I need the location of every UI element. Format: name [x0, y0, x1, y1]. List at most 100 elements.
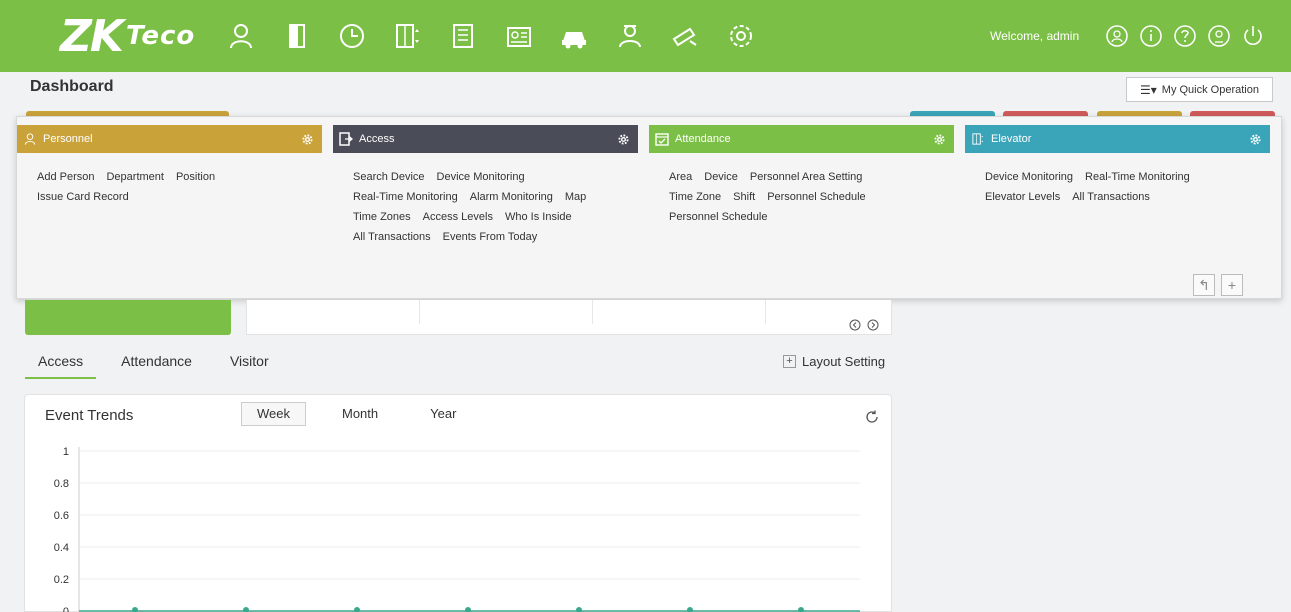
data-point[interactable] [576, 607, 582, 612]
module-nav [222, 17, 777, 55]
help-icon[interactable] [1172, 23, 1198, 49]
quick-link[interactable]: Who Is Inside [505, 211, 572, 223]
data-point[interactable] [243, 607, 249, 612]
quick-link[interactable]: Time Zone [669, 191, 721, 203]
y-tick-label: 0.4 [54, 542, 69, 554]
quick-link[interactable]: Personnel Schedule [767, 191, 865, 203]
y-tick-label: 0.2 [54, 574, 69, 586]
quick-link[interactable]: Shift [733, 191, 755, 203]
range-year[interactable]: Year [414, 402, 472, 426]
quick-panel-elevator: Elevator Device Monitoring Real-Time Monit… [965, 125, 1270, 207]
door-enter-icon [339, 132, 353, 146]
data-point[interactable] [354, 607, 360, 612]
personnel-icon[interactable] [222, 17, 260, 55]
user-account-icon[interactable] [1104, 23, 1130, 49]
logout-icon[interactable] [1240, 23, 1266, 49]
quick-link[interactable]: Department [106, 171, 163, 183]
layout-setting-button[interactable]: + Layout Setting [783, 354, 885, 369]
undo-button[interactable]: ↰ [1193, 274, 1215, 296]
panel-header: Access [333, 125, 638, 153]
layout-setting-label: Layout Setting [802, 354, 886, 369]
dashboard-tabs: Access Attendance Visitor [24, 353, 307, 379]
zkteco-logo[interactable]: ZK Teco [60, 10, 195, 62]
quick-link[interactable]: Real-Time Monitoring [1085, 171, 1190, 183]
quick-link[interactable]: Elevator Levels [985, 191, 1060, 203]
y-tick-label: 0 [63, 606, 69, 612]
stats-pager [848, 318, 884, 332]
gear-icon[interactable] [300, 132, 314, 146]
y-tick-label: 0.8 [54, 478, 69, 490]
y-tick-label: 0.6 [54, 510, 69, 522]
my-quick-operation-button[interactable]: ☰▾ My Quick Operation [1126, 77, 1273, 102]
data-point[interactable] [687, 607, 693, 612]
quick-link[interactable]: Alarm Monitoring [470, 191, 553, 203]
elevator-icon[interactable] [389, 17, 427, 55]
top-navigation-bar: ZK Teco Welcome, admin [0, 0, 1291, 72]
panel-header: Personnel [17, 125, 322, 153]
quick-link[interactable]: Position [176, 171, 215, 183]
page-title: Dashboard [30, 78, 114, 95]
about-info-icon[interactable] [1138, 23, 1164, 49]
next-icon[interactable] [866, 318, 880, 332]
range-selector: Week Month Year [241, 402, 492, 426]
menu-list-icon: ☰▾ [1140, 82, 1157, 97]
quick-link[interactable]: Events From Today [443, 231, 538, 243]
panel-header: Elevator [965, 125, 1270, 153]
chart-title: Event Trends [45, 407, 134, 424]
quick-link[interactable]: Device [704, 171, 738, 183]
quick-link[interactable]: Real-Time Monitoring [353, 191, 458, 203]
summary-card [25, 300, 231, 335]
range-week[interactable]: Week [241, 402, 306, 426]
quick-panel-personnel: Personnel Add Person Department Position Iss… [17, 125, 322, 207]
quick-link[interactable]: Time Zones [353, 211, 411, 223]
gear-icon[interactable] [1248, 132, 1262, 146]
quick-link[interactable]: All Transactions [1072, 191, 1150, 203]
gear-icon[interactable] [932, 132, 946, 146]
data-point[interactable] [465, 607, 471, 612]
quick-link[interactable]: Device Monitoring [437, 171, 525, 183]
account-controls [1104, 23, 1274, 49]
refresh-icon[interactable] [864, 409, 880, 425]
quick-link[interactable]: Issue Card Record [37, 191, 129, 203]
event-trends-chart: 1 0.8 0.6 0.4 0.2 0 [54, 446, 860, 612]
panel-title: Personnel [43, 133, 93, 145]
quick-link[interactable]: Personnel Area Setting [750, 171, 863, 183]
range-month[interactable]: Month [326, 402, 394, 426]
access-icon[interactable] [278, 17, 316, 55]
quick-link[interactable]: Device Monitoring [985, 171, 1073, 183]
video-camera-icon[interactable] [666, 17, 704, 55]
quick-operation-popup: ↰ + Personnel Add Person Department Positio… [16, 116, 1282, 299]
quick-link[interactable]: Access Levels [423, 211, 493, 223]
quick-link[interactable]: All Transactions [353, 231, 431, 243]
quick-link[interactable]: Add Person [37, 171, 94, 183]
panel-title: Elevator [991, 133, 1032, 145]
attendance-icon[interactable] [333, 17, 371, 55]
parking-car-icon[interactable] [555, 17, 593, 55]
panel-header: Attendance [649, 125, 954, 153]
y-tick-label: 1 [63, 446, 69, 458]
quick-link[interactable]: Area [669, 171, 692, 183]
system-settings-icon[interactable] [722, 17, 760, 55]
quick-link[interactable]: Search Device [353, 171, 425, 183]
tab-attendance[interactable]: Attendance [121, 353, 192, 378]
quick-link[interactable]: Map [565, 191, 586, 203]
quick-link[interactable]: Personnel Schedule [669, 211, 767, 223]
add-shortcut-button[interactable]: + [1221, 274, 1243, 296]
data-point[interactable] [798, 607, 804, 612]
panel-title: Attendance [675, 133, 731, 145]
tab-visitor[interactable]: Visitor [230, 353, 269, 378]
welcome-text: Welcome, admin [990, 29, 1080, 43]
office-building-icon[interactable] [444, 17, 482, 55]
gear-icon[interactable] [616, 132, 630, 146]
elevator-icon [971, 132, 985, 146]
data-point[interactable] [132, 607, 138, 612]
visitor-badge-icon[interactable] [500, 17, 538, 55]
quick-panel-access: Access Search Device Device Monitoring Real… [333, 125, 638, 247]
patrol-guard-icon[interactable] [611, 17, 649, 55]
previous-icon[interactable] [848, 318, 862, 332]
calendar-check-icon [655, 132, 669, 146]
panel-title: Access [359, 133, 395, 145]
tab-access[interactable]: Access [24, 353, 97, 379]
quick-panel-attendance: Attendance Area Device Personnel Area Setti… [649, 125, 954, 227]
service-icon[interactable] [1206, 23, 1232, 49]
